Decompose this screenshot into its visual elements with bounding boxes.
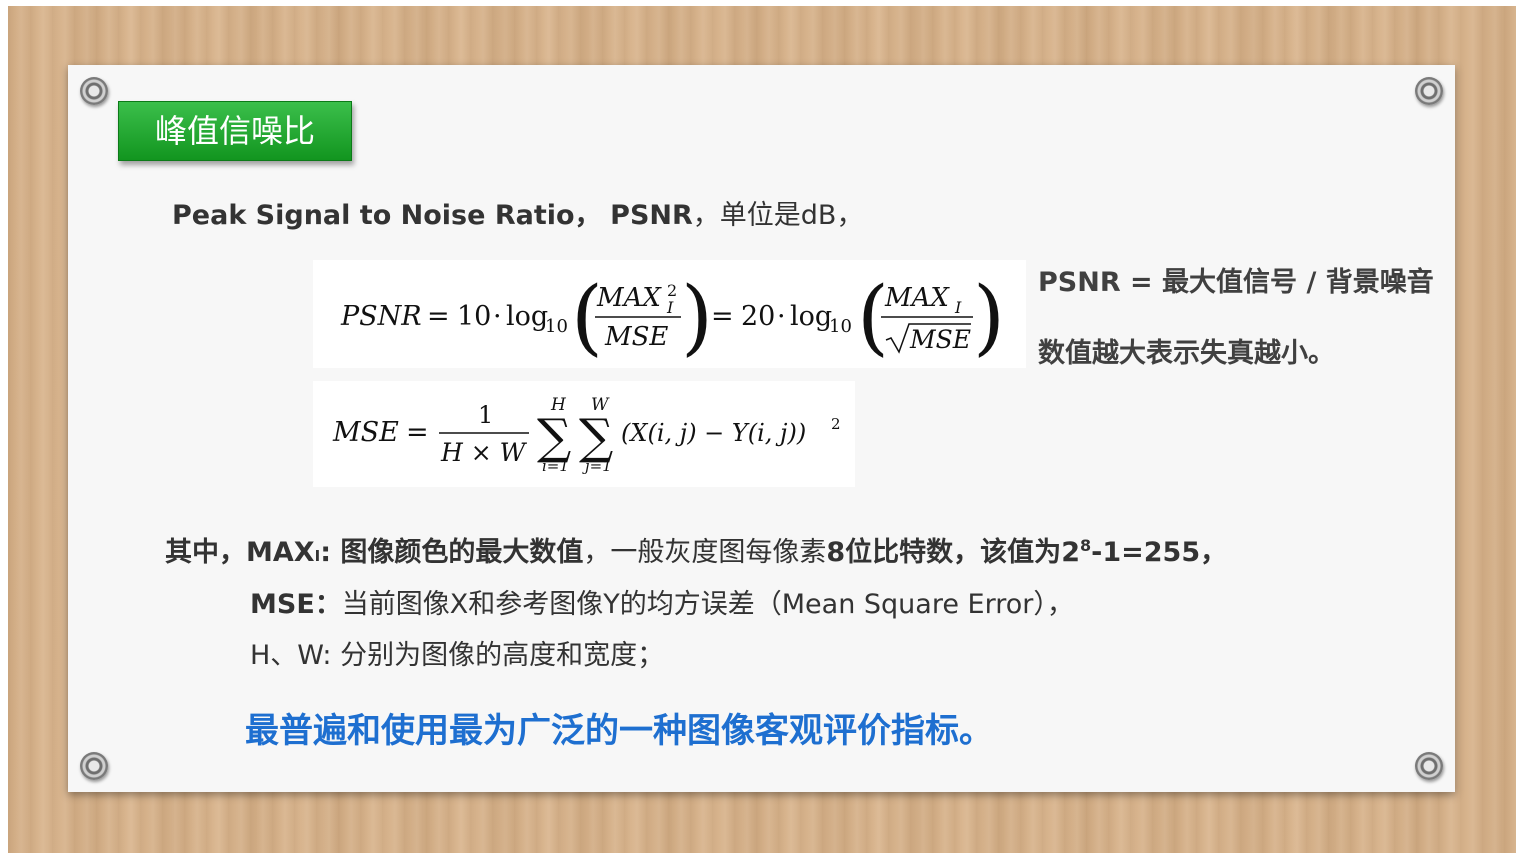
psnr-lhs: PSNR	[340, 301, 422, 332]
mse-exp: 2	[831, 415, 841, 433]
psnr-formula-svg: PSNR = 10 · log 10 ( MAX 2 I MSE ) = 20 …	[340, 270, 1005, 365]
intro-line: Peak Signal to Noise Ratio， PSNR，单位是dB，	[172, 193, 863, 232]
psnr-num1: MAX	[596, 283, 662, 313]
def-max-mid: ，一般灰度图每像素	[583, 537, 827, 568]
def-max-desc: 图像颜色的最大数值	[340, 537, 584, 568]
psnr-den1: MSE	[604, 322, 668, 352]
mse-num: 1	[478, 401, 493, 429]
mse-formula: MSE = 1 H × W H ∑ i=1 W ∑ j=1 (X(i, j) −…	[313, 381, 855, 487]
def-max-rest: -1=255，	[1091, 537, 1228, 568]
psnr-rparen2: )	[973, 270, 1005, 365]
pin-icon-bottom-right	[1415, 752, 1443, 780]
def-max-label: MAX	[246, 537, 315, 568]
mse-body: (X(i, j) − Y(i, j))	[621, 419, 806, 447]
mse-sum2-bot: j=1	[582, 457, 612, 475]
mse-lhs: MSE	[332, 417, 399, 448]
side-note-distortion: 数值越大表示失真越小。	[1038, 338, 1335, 369]
psnr-log1-base: 10	[545, 316, 568, 337]
definition-hw: H、W: 分别为图像的高度和宽度；	[250, 640, 665, 671]
highlight-statement: 最普遍和使用最为广泛的一种图像客观评价指标。	[245, 711, 993, 751]
def-prefix: 其中，	[165, 537, 246, 568]
psnr-coef2: 20	[741, 301, 775, 332]
psnr-formula: PSNR = 10 · log 10 ( MAX 2 I MSE ) = 20 …	[313, 260, 1026, 368]
psnr-dot1: ·	[493, 301, 502, 332]
def-max-base: 2	[1061, 537, 1080, 568]
psnr-num2: MAX	[884, 283, 950, 313]
side-note-psnr: PSNR = 最大值信号 / 背景噪音	[1038, 267, 1434, 298]
def-mse-label: MSE：	[250, 589, 342, 620]
psnr-rparen1: )	[681, 270, 713, 365]
pin-icon-top-right	[1415, 77, 1443, 105]
mse-sum1-bot: i=1	[542, 457, 569, 475]
psnr-den2: MSE	[909, 325, 971, 354]
psnr-dot2: ·	[777, 301, 786, 332]
intro-abbr: PSNR	[610, 200, 693, 231]
pin-icon-bottom-left	[80, 752, 108, 780]
pin-icon-top-left	[80, 77, 108, 105]
psnr-log2-base: 10	[829, 316, 852, 337]
slide-title: 峰值信噪比	[118, 101, 352, 161]
intro-unit: ，单位是dB，	[692, 200, 864, 231]
mse-formula-svg: MSE = 1 H × W H ∑ i=1 W ∑ j=1 (X(i, j) −…	[332, 395, 841, 475]
mse-den: H × W	[440, 438, 528, 467]
def-max-exp: 8	[1079, 536, 1092, 555]
psnr-eq2: =	[711, 301, 734, 332]
definition-mse: MSE：当前图像X和参考图像Y的均方误差（Mean Square Error），	[250, 582, 1074, 621]
psnr-sub1: I	[666, 298, 674, 317]
psnr-coef1: 10	[457, 301, 491, 332]
psnr-log1: log	[506, 301, 548, 332]
def-max-bits: 8位比特数，该值为	[826, 537, 1062, 568]
definition-max: 其中，MAXI: 图像颜色的最大数值，一般灰度图每像素8位比特数，该值为28-1…	[165, 530, 1227, 569]
mse-eq: =	[406, 417, 429, 448]
psnr-log2: log	[790, 301, 832, 332]
psnr-sub2: I	[954, 298, 962, 317]
psnr-eq1: =	[427, 301, 450, 332]
intro-full-name: Peak Signal to Noise Ratio，	[172, 200, 602, 231]
def-max-colon: :	[320, 537, 341, 568]
def-mse-desc: 当前图像X和参考图像Y的均方误差（Mean Square Error），	[341, 589, 1074, 620]
